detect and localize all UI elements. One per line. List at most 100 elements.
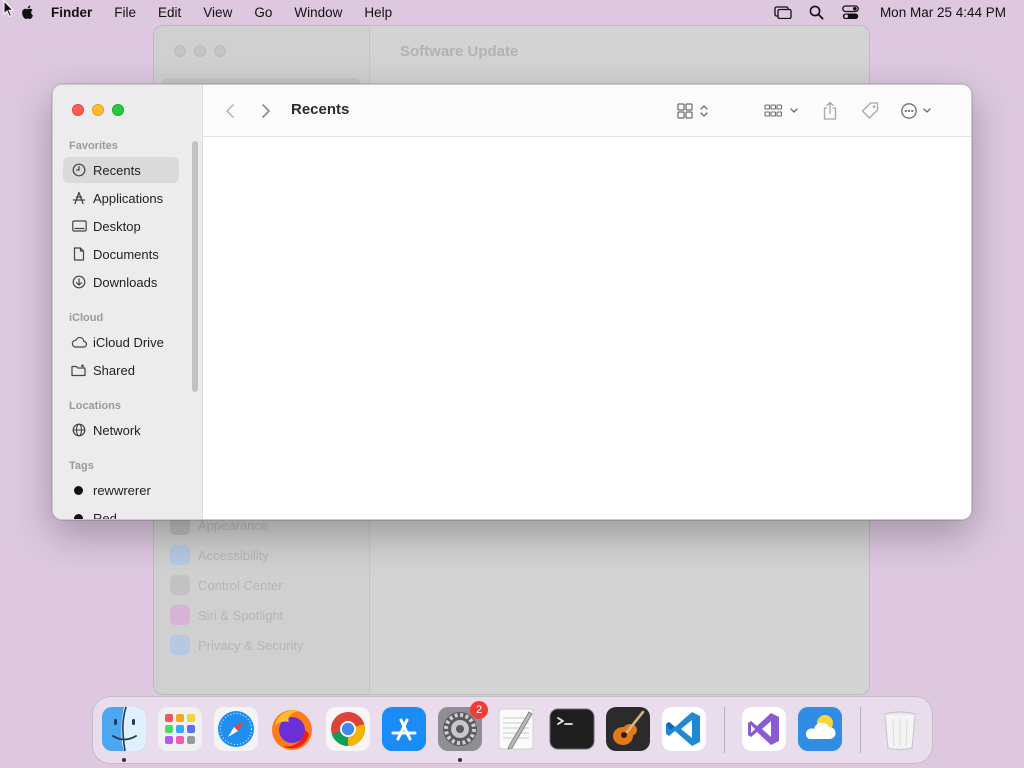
sidebar-item-label: Network	[93, 422, 141, 438]
system-settings-window-controls	[174, 45, 226, 57]
spotlight-search-icon[interactable]	[808, 4, 826, 20]
settings-item-control-center[interactable]: Control Center	[170, 570, 303, 600]
dock-app-firefox[interactable]	[269, 706, 315, 752]
sidebar-item-label: Downloads	[93, 274, 158, 290]
desktop-icon	[71, 218, 87, 234]
launchpad-icon	[158, 707, 202, 751]
menu-view[interactable]: View	[203, 5, 232, 20]
window-title: Recents	[291, 101, 350, 118]
mouse-cursor-icon	[3, 0, 15, 18]
sidebar-item-network[interactable]: Network	[63, 417, 179, 443]
dock-app-weather[interactable]	[797, 706, 843, 752]
sidebar-item-applications[interactable]: Applications	[63, 185, 179, 211]
cloud-icon	[71, 334, 87, 350]
finder-window[interactable]: Favorites Recents Applications Desktop D…	[52, 84, 972, 520]
sidebar-item-label: Documents	[93, 246, 159, 262]
dock-app-vscode[interactable]	[661, 706, 707, 752]
menubar-clock[interactable]: Mon Mar 25 4:44 PM	[880, 5, 1006, 20]
dock-app-chrome[interactable]	[325, 706, 371, 752]
menu-bar: Finder File Edit View Go Window Help Mon…	[0, 0, 1024, 24]
privacy-hand-icon	[170, 635, 190, 655]
dock-app-app-store[interactable]	[381, 706, 427, 752]
applications-icon	[71, 190, 87, 206]
sidebar-item-label: Applications	[93, 190, 164, 206]
sidebar-item-documents[interactable]: Documents	[63, 241, 179, 267]
section-locations: Locations	[69, 400, 121, 412]
downloads-icon	[71, 274, 87, 290]
menu-edit[interactable]: Edit	[158, 5, 181, 20]
more-actions-button[interactable]	[897, 99, 939, 123]
sidebar-item-label: iCloud Drive	[93, 334, 164, 350]
sidebar-tag-rewwrerer[interactable]: rewwrerer	[63, 477, 179, 503]
running-indicator	[122, 758, 126, 762]
back-button[interactable]	[221, 99, 239, 123]
zoom-button[interactable]	[112, 104, 124, 116]
minimize-button[interactable]	[92, 104, 104, 116]
section-favorites: Favorites	[69, 140, 118, 152]
close-button[interactable]	[72, 104, 84, 116]
sidebar-item-icloud-drive[interactable]: iCloud Drive	[63, 329, 179, 355]
settings-item-accessibility[interactable]: Accessibility	[170, 540, 303, 570]
sidebar-item-shared[interactable]: Shared	[63, 357, 179, 383]
section-icloud: iCloud	[69, 312, 104, 324]
share-icon[interactable]	[817, 99, 843, 123]
dock-trash[interactable]	[877, 706, 923, 752]
dock-app-visual-studio[interactable]	[741, 706, 787, 752]
sidebar-item-recents[interactable]: Recents	[63, 157, 179, 183]
dock-separator	[860, 707, 861, 753]
chrome-icon	[326, 707, 370, 751]
inactive-close-button[interactable]	[174, 45, 186, 57]
forward-button[interactable]	[257, 99, 275, 123]
guitar-icon	[606, 707, 650, 751]
settings-item-label: Privacy & Security	[198, 637, 304, 653]
settings-item-label: Siri & Spotlight	[198, 607, 284, 623]
visual-studio-icon	[742, 707, 786, 751]
inactive-zoom-button[interactable]	[214, 45, 226, 57]
control-center-icon[interactable]	[842, 4, 860, 20]
tag-color-dot	[74, 513, 83, 519]
shared-folder-icon	[71, 362, 87, 378]
menu-go[interactable]: Go	[254, 5, 272, 20]
group-by-button[interactable]	[761, 99, 803, 123]
inactive-minimize-button[interactable]	[194, 45, 206, 57]
file-browser-area[interactable]	[203, 137, 971, 519]
dock-app-garageband[interactable]	[605, 706, 651, 752]
tag-icon[interactable]	[857, 99, 883, 123]
screen-mirroring-icon[interactable]	[774, 4, 792, 20]
section-tags: Tags	[69, 460, 94, 472]
settings-item-privacy-security[interactable]: Privacy & Security	[170, 630, 303, 660]
dock-app-terminal[interactable]	[549, 706, 595, 752]
dock-app-safari[interactable]	[213, 706, 259, 752]
siri-icon	[170, 605, 190, 625]
safari-compass-icon	[214, 707, 258, 751]
app-store-icon	[382, 707, 426, 751]
dock-app-launchpad[interactable]	[157, 706, 203, 752]
menu-file[interactable]: File	[114, 5, 136, 20]
textedit-icon	[498, 708, 534, 750]
tag-color-dot	[74, 485, 83, 495]
settings-item-label: Accessibility	[198, 547, 269, 563]
menu-window[interactable]: Window	[294, 5, 342, 20]
accessibility-icon	[170, 545, 190, 565]
sidebar-item-downloads[interactable]: Downloads	[63, 269, 179, 295]
settings-item-siri-spotlight[interactable]: Siri & Spotlight	[170, 600, 303, 630]
sidebar-scrollbar[interactable]	[192, 141, 198, 392]
finder-toolbar: Recents	[203, 85, 971, 137]
apple-menu-icon[interactable]	[20, 4, 36, 20]
globe-icon	[71, 422, 87, 438]
sidebar-item-label: Red	[93, 510, 117, 520]
menu-help[interactable]: Help	[364, 5, 392, 20]
system-settings-title: Software Update	[400, 43, 519, 60]
system-settings-list: Appearance Accessibility Control Center …	[170, 510, 303, 660]
sidebar-item-label: rewwrerer	[93, 482, 151, 498]
sidebar-item-label: Shared	[93, 362, 135, 378]
dock-app-textedit[interactable]	[493, 706, 539, 752]
dock-app-system-settings[interactable]: 2	[437, 701, 488, 752]
dock-app-finder[interactable]	[101, 706, 147, 752]
menu-app-finder[interactable]: Finder	[51, 5, 92, 20]
sidebar-tag-red[interactable]: Red	[63, 505, 179, 520]
view-mode-button[interactable]	[673, 99, 715, 123]
sidebar-item-label: Recents	[93, 162, 141, 178]
sidebar-item-desktop[interactable]: Desktop	[63, 213, 179, 239]
control-center-settings-icon	[170, 575, 190, 595]
